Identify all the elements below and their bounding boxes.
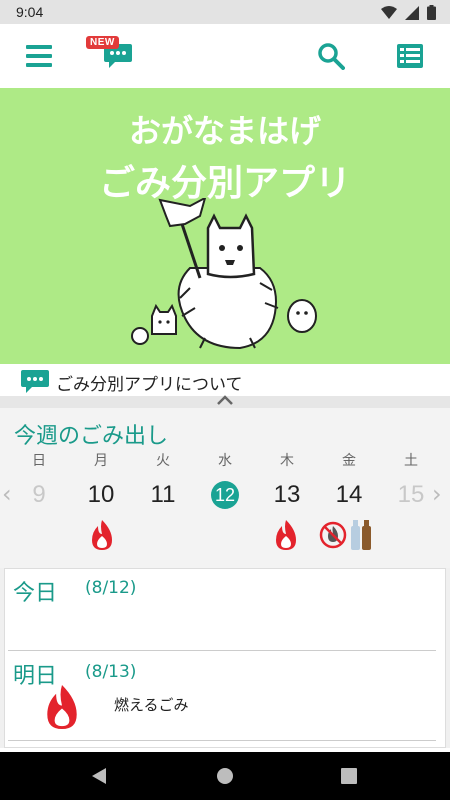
date-cell[interactable]: 15 bbox=[388, 481, 434, 509]
date-cell[interactable]: 10 bbox=[78, 481, 124, 509]
status-bar: 9:04 bbox=[0, 0, 450, 24]
burnable-garbage-icon bbox=[47, 684, 77, 730]
weekday-label: 木 bbox=[280, 453, 294, 469]
home-icon[interactable] bbox=[216, 767, 234, 785]
list-button[interactable] bbox=[386, 32, 434, 80]
weekday-label: 火 bbox=[156, 453, 170, 469]
about-app-label: ごみ分別アプリについて bbox=[56, 375, 243, 395]
collapse-banner-handle[interactable] bbox=[0, 395, 450, 408]
date-cell[interactable]: 13 bbox=[264, 481, 310, 509]
status-time: 9:04 bbox=[16, 4, 44, 20]
non-burnable-garbage-icon bbox=[319, 521, 347, 549]
tomorrow-date: (8/13) bbox=[85, 662, 137, 682]
search-icon bbox=[318, 43, 345, 70]
weekday-label: 土 bbox=[404, 453, 418, 469]
chat-bubble-icon bbox=[21, 370, 49, 393]
burnable-garbage-icon bbox=[276, 520, 296, 550]
list-icon bbox=[397, 44, 423, 68]
weekly-schedule-title: 今週のごみ出し bbox=[14, 424, 169, 449]
date-cell[interactable]: 14 bbox=[326, 481, 372, 509]
weekday-label: 月 bbox=[94, 453, 108, 469]
burnable-garbage-icon bbox=[92, 520, 112, 550]
divider bbox=[8, 650, 436, 651]
weekday-label: 水 bbox=[218, 453, 232, 469]
recents-icon[interactable] bbox=[341, 768, 357, 784]
hamburger-icon bbox=[26, 45, 52, 67]
wifi-icon bbox=[381, 5, 397, 19]
today-label: 今日 bbox=[13, 581, 58, 606]
battery-icon bbox=[427, 5, 436, 20]
weekday-label: 日 bbox=[32, 453, 46, 469]
back-icon[interactable] bbox=[90, 767, 108, 785]
today-date: (8/12) bbox=[85, 578, 137, 598]
chevron-up-icon bbox=[217, 395, 233, 405]
tomorrow-garbage-type: 燃えるごみ bbox=[114, 696, 189, 714]
weekday-label: 金 bbox=[342, 453, 356, 469]
signal-icon bbox=[405, 5, 419, 20]
menu-button[interactable] bbox=[15, 32, 63, 80]
new-badge: NEW bbox=[86, 36, 119, 49]
date-cell[interactable]: 11 bbox=[140, 481, 186, 509]
date-cell-today[interactable]: 12 bbox=[202, 485, 248, 506]
system-navigation-bar bbox=[0, 752, 450, 800]
divider bbox=[8, 740, 436, 741]
toolbar bbox=[0, 24, 450, 88]
banner-title-line1: おがなまはげ bbox=[128, 112, 321, 150]
previous-week-button[interactable]: ‹ bbox=[2, 480, 12, 508]
status-icons bbox=[381, 5, 436, 20]
search-button[interactable] bbox=[307, 32, 355, 80]
namahage-mascot-illustration bbox=[131, 198, 317, 350]
bottles-garbage-icon bbox=[351, 520, 371, 550]
date-cell[interactable]: 9 bbox=[16, 481, 62, 509]
app-banner: おがなまはげ ごみ分別アプリ bbox=[0, 88, 450, 364]
